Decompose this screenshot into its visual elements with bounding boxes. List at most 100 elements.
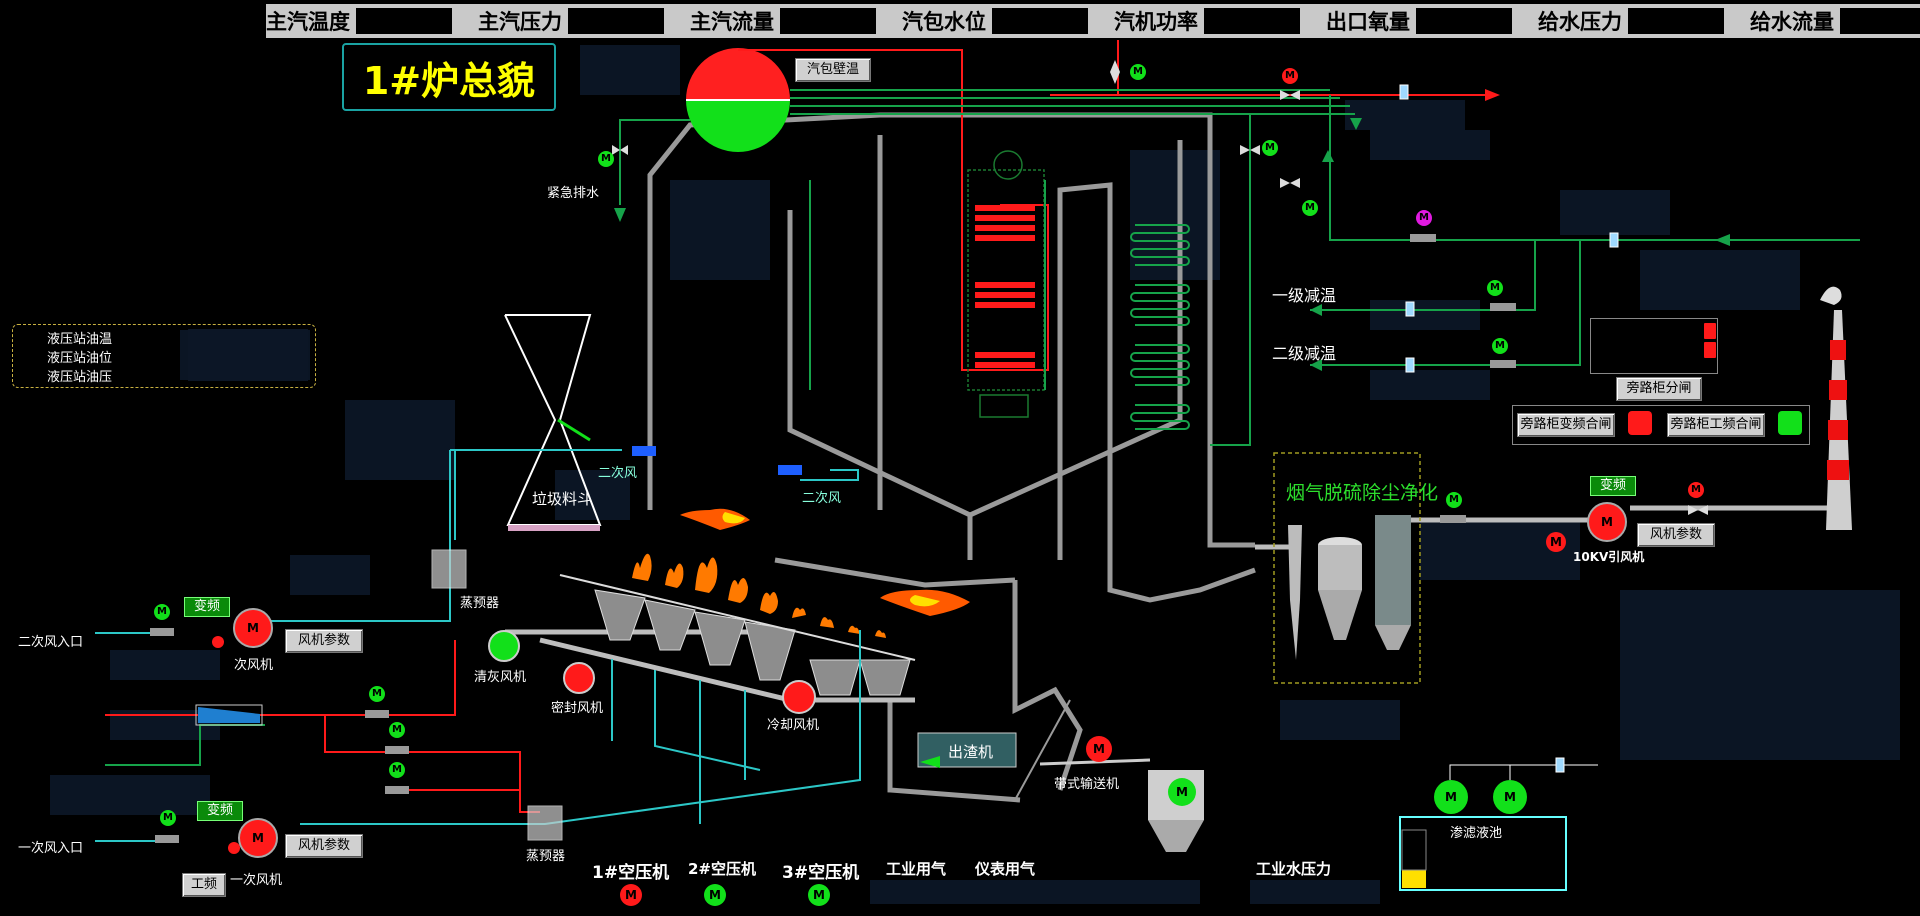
bypass-vfd-indicator — [1628, 411, 1652, 435]
cooling-fan-motor[interactable] — [782, 680, 816, 714]
steam-outlet-arrow — [1485, 89, 1500, 101]
drum-wall-temp-button[interactable]: 汽包壁温 — [795, 58, 871, 82]
header-feedwater-pressure: 给水压力 — [1538, 4, 1750, 38]
secondary-inlet-damper[interactable]: M — [154, 604, 170, 620]
compressor-1-label: 1#空压机 — [592, 863, 670, 883]
industrial-air-label: 工业用气 — [886, 860, 947, 878]
value-field — [356, 8, 452, 34]
hopper-grate — [508, 525, 600, 531]
secondary-fan-status-dot — [212, 636, 224, 648]
power-freq-button[interactable]: 工频 — [182, 873, 226, 897]
leachate-pump-2[interactable]: M — [1493, 780, 1527, 814]
primary-fan-label: 一次风机 — [230, 873, 283, 888]
chimney-damper-actuator[interactable]: M — [1688, 482, 1704, 498]
steam-drum — [686, 48, 790, 152]
compressor-2-label: 2#空压机 — [688, 860, 757, 878]
leachate-pipe — [1449, 764, 1511, 780]
readout-fields — [50, 45, 1900, 904]
bypass-power-indicator — [1778, 411, 1802, 435]
ash-fan-label: 清灰风机 — [474, 670, 527, 685]
air-damper-1[interactable]: M — [369, 686, 385, 702]
ash-silo-motor[interactable]: M — [1168, 778, 1196, 806]
secondary-fan-vfd-badge: 变频 — [184, 597, 230, 617]
cooling-fan-label: 冷却风机 — [767, 718, 820, 733]
secondary-fan-motor[interactable]: M — [233, 608, 273, 648]
grate — [594, 589, 911, 696]
main-steam-outlet-actuator[interactable]: M — [1282, 68, 1298, 84]
emergency-drain-label: 紧急排水 — [547, 186, 600, 201]
header-label: 给水压力 — [1538, 10, 1622, 34]
value-field — [568, 8, 664, 34]
secondary-air-label-b: 二次风 — [802, 491, 842, 506]
pool-level-frame — [1401, 829, 1427, 871]
belt-conveyor-motor[interactable]: M — [1086, 736, 1112, 762]
superheater-coils — [975, 205, 1035, 368]
header-outlet-oxygen: 出口氧量 — [1326, 4, 1538, 38]
header-turbine-power: 汽机功率 — [1114, 4, 1326, 38]
header-main-steam-temp: 主汽温度 — [266, 4, 478, 38]
induced-fan-vfd-badge: 变频 — [1590, 476, 1636, 496]
leachate-pump-1[interactable]: M — [1434, 780, 1468, 814]
value-field — [1204, 8, 1300, 34]
steam-preheater-label-b: 蒸预器 — [526, 849, 566, 864]
leachate-pool-label: 渗滤液池 — [1450, 826, 1503, 841]
bypass-split-button[interactable]: 旁路柜分闸 — [1616, 377, 1702, 401]
header-label: 主汽温度 — [266, 10, 350, 34]
desuper-1-actuator[interactable]: M — [1487, 280, 1503, 296]
primary-fan-motor[interactable]: M — [238, 818, 278, 858]
induced-fan-motor[interactable]: M — [1587, 502, 1627, 542]
desuper-2-label: 二级减温 — [1272, 344, 1337, 363]
secondary-fan-params-button[interactable]: 风机参数 — [285, 629, 363, 653]
induced-fan-alarm: M — [1546, 532, 1566, 552]
induced-fan-params-button[interactable]: 风机参数 — [1637, 523, 1715, 547]
waste-hopper-label: 垃圾料斗 — [532, 490, 593, 508]
header-label: 主汽压力 — [478, 10, 562, 34]
seal-fan-motor[interactable] — [563, 662, 595, 694]
header-bar: 主汽温度 主汽压力 主汽流量 汽包水位 汽机功率 出口氧量 给水压力 给水流量 — [266, 4, 1920, 38]
compressor-2-status[interactable]: M — [704, 884, 726, 906]
hydraulic-station-panel: 液压站油温 液压站油位 液压站油压 — [12, 324, 316, 388]
bypass-status-indicator-1 — [1704, 323, 1716, 339]
header-label: 主汽流量 — [690, 10, 774, 34]
dampers — [632, 446, 802, 475]
secondary-air-inlet-label: 二次风入口 — [18, 635, 84, 650]
feedwater-valve-actuator[interactable]: M — [1302, 200, 1318, 216]
primary-fan-params-button[interactable]: 风机参数 — [285, 834, 363, 858]
air-damper-2[interactable]: M — [389, 722, 405, 738]
compressor-1-status[interactable]: M — [620, 884, 642, 906]
ash-fan-motor[interactable] — [488, 630, 520, 662]
value-field — [1628, 8, 1724, 34]
page-title-box: 1#炉总貌 — [342, 43, 556, 111]
hydraulic-oil-temp-label: 液压站油温 — [47, 332, 113, 347]
bypass-status-indicator-2 — [1704, 342, 1716, 358]
header-label: 汽机功率 — [1114, 10, 1198, 34]
secondary-fan-label: 次风机 — [234, 658, 274, 673]
header-main-steam-flow: 主汽流量 — [690, 4, 902, 38]
steam-preheater-label-a: 蒸预器 — [460, 596, 500, 611]
slag-remover-label: 出渣机 — [948, 743, 994, 761]
hydraulic-oil-pressure-label: 液压站油压 — [47, 370, 113, 385]
value-field — [780, 8, 876, 34]
value-field — [1416, 8, 1512, 34]
steam-vent-actuator[interactable]: M — [1130, 64, 1146, 80]
desuper-2-actuator[interactable]: M — [1492, 338, 1508, 354]
air-damper-3[interactable]: M — [389, 762, 405, 778]
primary-inlet-damper[interactable]: M — [160, 810, 176, 826]
bypass-panel — [1590, 318, 1718, 374]
compressor-3-status[interactable]: M — [808, 884, 830, 906]
page-title: 1#炉总貌 — [362, 58, 536, 103]
feedwater-control-actuator[interactable]: M — [1416, 210, 1432, 226]
flue-gas-cleaning-label: 烟气脱硫除尘净化 — [1286, 482, 1439, 504]
main-steam-valve-actuator[interactable]: M — [1262, 140, 1278, 156]
flue-valve-actuator[interactable]: M — [1446, 492, 1462, 508]
primary-air-inlet-label: 一次风入口 — [18, 841, 84, 856]
seal-fan-label: 密封风机 — [551, 701, 604, 716]
header-label: 汽包水位 — [902, 10, 986, 34]
header-feedwater-flow: 给水流量 — [1750, 4, 1920, 38]
belt-conveyor-label: 带式输送机 — [1054, 777, 1120, 792]
induced-fan-label: 10KV引风机 — [1573, 550, 1645, 564]
header-main-steam-pressure: 主汽压力 — [478, 4, 690, 38]
primary-fan-status-dot — [228, 842, 240, 854]
emergency-drain-actuator[interactable]: M — [598, 151, 614, 167]
header-drum-level: 汽包水位 — [902, 4, 1114, 38]
